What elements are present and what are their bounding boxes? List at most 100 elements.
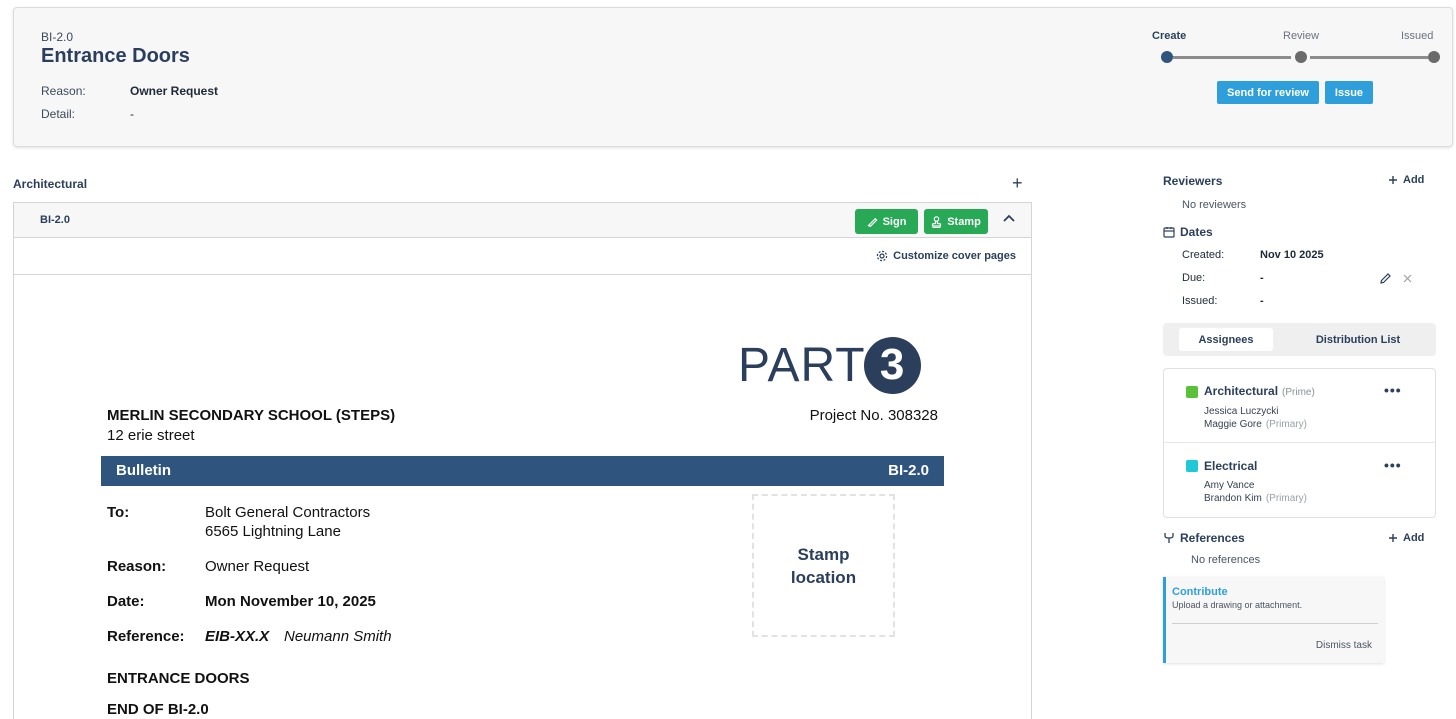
step-create-label: Create bbox=[1152, 30, 1187, 42]
project-name: MERLIN SECONDARY SCHOOL (STEPS) bbox=[107, 407, 396, 424]
assignee-person: Brandon Kim (Primary) bbox=[1204, 493, 1307, 504]
assignee-name: Architectural (Prime) bbox=[1204, 384, 1315, 398]
no-references-text: No references bbox=[1191, 554, 1261, 566]
step-connector bbox=[1173, 56, 1291, 59]
tab-assignees[interactable]: Assignees bbox=[1179, 328, 1273, 351]
step-issued-dot bbox=[1428, 51, 1440, 63]
reason-value: Owner Request bbox=[130, 84, 219, 98]
add-reviewer-button[interactable]: Add bbox=[1388, 174, 1424, 186]
customize-cover-pages-link[interactable]: Customize cover pages bbox=[876, 250, 1016, 262]
due-label: Due: bbox=[1182, 272, 1206, 284]
clear-due-date-icon[interactable] bbox=[1402, 273, 1413, 284]
person-tag: (Primary) bbox=[1265, 419, 1307, 430]
reviewers-title-label: Reviewers bbox=[1163, 174, 1223, 188]
issued-value: - bbox=[1260, 295, 1264, 307]
contribute-title[interactable]: Contribute bbox=[1172, 586, 1228, 598]
step-connector bbox=[1310, 56, 1428, 59]
document-toolbar: BI-2.0 Sign Stamp bbox=[14, 203, 1031, 238]
to-label: To: bbox=[107, 504, 130, 521]
assignee-tabs: Assignees Distribution List bbox=[1163, 323, 1436, 356]
document-end-heading: END OF BI-2.0 bbox=[107, 701, 209, 718]
created-label: Created: bbox=[1182, 249, 1225, 261]
assignee-tag: (Prime) bbox=[1282, 387, 1315, 398]
signature-icon bbox=[867, 216, 878, 227]
step-issued-label: Issued bbox=[1401, 30, 1434, 42]
branch-icon bbox=[1163, 532, 1175, 544]
tab-distribution-list[interactable]: Distribution List bbox=[1303, 328, 1413, 351]
dismiss-task-button[interactable]: Dismiss task bbox=[1316, 640, 1372, 651]
plus-icon bbox=[1388, 533, 1398, 543]
to-line-2: 6565 Lightning Lane bbox=[205, 523, 341, 540]
divider bbox=[1172, 623, 1378, 624]
bulletin-banner-code: BI-2.0 bbox=[888, 462, 929, 479]
stamp-button[interactable]: Stamp bbox=[924, 209, 988, 234]
detail-value: - bbox=[130, 107, 134, 121]
dates-title: Dates bbox=[1163, 225, 1213, 239]
stamp-label: Stamp bbox=[947, 215, 981, 228]
date-label: Date: bbox=[107, 593, 145, 610]
add-reviewer-label: Add bbox=[1403, 174, 1425, 186]
dates-title-label: Dates bbox=[1180, 225, 1213, 239]
assignee-person: Amy Vance bbox=[1204, 480, 1254, 491]
person-name: Jessica Luczycki bbox=[1204, 406, 1279, 417]
stamp-icon bbox=[931, 215, 942, 228]
workflow-stepper: Create Review Issued bbox=[1151, 30, 1441, 70]
references-title-label: References bbox=[1180, 531, 1245, 545]
due-value: - bbox=[1260, 272, 1264, 284]
plus-icon bbox=[1388, 175, 1398, 185]
reason-label: Reason: bbox=[41, 84, 86, 98]
assignee-person: Maggie Gore (Primary) bbox=[1204, 419, 1307, 430]
issue-button[interactable]: Issue bbox=[1325, 81, 1373, 104]
send-for-review-button[interactable]: Send for review bbox=[1217, 81, 1319, 104]
person-name: Brandon Kim bbox=[1204, 493, 1262, 504]
sign-label: Sign bbox=[882, 215, 907, 228]
stamp-location[interactable]: Stamp location bbox=[752, 494, 895, 637]
architectural-color-swatch bbox=[1186, 386, 1198, 398]
assignees-list: Architectural (Prime) ••• Jessica Luczyck… bbox=[1163, 368, 1436, 518]
stamp-location-line-2: location bbox=[790, 567, 857, 587]
reference-name: Neumann Smith bbox=[284, 628, 392, 645]
doc-reason-label: Reason: bbox=[107, 558, 167, 575]
bulletin-code: BI-2.0 bbox=[41, 30, 74, 44]
step-review-label: Review bbox=[1283, 30, 1320, 42]
section-title: Architectural bbox=[13, 177, 88, 191]
bulletin-banner: Bulletin BI-2.0 bbox=[101, 456, 944, 486]
reference-code: EIB-XX.X bbox=[205, 628, 270, 645]
more-options-icon[interactable]: ••• bbox=[1384, 382, 1402, 398]
stamp-location-line-1: Stamp bbox=[797, 544, 850, 564]
person-name: Maggie Gore bbox=[1204, 419, 1262, 430]
issued-label: Issued: bbox=[1182, 295, 1218, 307]
divider bbox=[1164, 442, 1435, 443]
add-reference-button[interactable]: Add bbox=[1388, 532, 1424, 544]
contribute-description: Upload a drawing or attachment. bbox=[1172, 600, 1303, 610]
sign-button[interactable]: Sign bbox=[855, 209, 918, 234]
cover-page-bar: Customize cover pages bbox=[14, 238, 1031, 275]
project-number: Project No. 308328 bbox=[809, 407, 938, 424]
assignee-name: Electrical bbox=[1204, 459, 1257, 473]
reviewers-title: Reviewers bbox=[1163, 174, 1222, 188]
document-panel: BI-2.0 Sign Stamp Customize cover pages … bbox=[13, 202, 1032, 719]
document-heading: ENTRANCE DOORS bbox=[107, 670, 250, 687]
bulletin-label: Bulletin bbox=[116, 462, 171, 479]
more-options-icon[interactable]: ••• bbox=[1384, 457, 1402, 473]
calendar-icon bbox=[1163, 226, 1175, 238]
bulletin-header: BI-2.0 Entrance Doors Reason: Owner Requ… bbox=[13, 7, 1453, 147]
logo-text: PART bbox=[738, 338, 866, 392]
collapse-chevron-icon[interactable] bbox=[1002, 213, 1016, 223]
gear-icon bbox=[876, 250, 888, 262]
doc-reason-value: Owner Request bbox=[205, 558, 310, 575]
customize-cover-pages-label: Customize cover pages bbox=[893, 250, 1016, 262]
electrical-color-swatch bbox=[1186, 460, 1198, 472]
references-title: References bbox=[1163, 531, 1245, 545]
edit-due-date-icon[interactable] bbox=[1379, 272, 1392, 285]
add-section-button[interactable]: + bbox=[1012, 174, 1023, 192]
document-code: BI-2.0 bbox=[40, 214, 70, 226]
date-value: Mon November 10, 2025 bbox=[205, 593, 376, 610]
logo-circle: 3 bbox=[863, 336, 921, 394]
no-reviewers-text: No reviewers bbox=[1182, 199, 1247, 211]
assignee-person: Jessica Luczycki bbox=[1204, 406, 1278, 417]
detail-label: Detail: bbox=[41, 107, 76, 121]
step-create-dot bbox=[1161, 51, 1173, 63]
created-value: Nov 10 2025 bbox=[1260, 249, 1324, 261]
part3-logo: PART 3 bbox=[738, 335, 921, 395]
